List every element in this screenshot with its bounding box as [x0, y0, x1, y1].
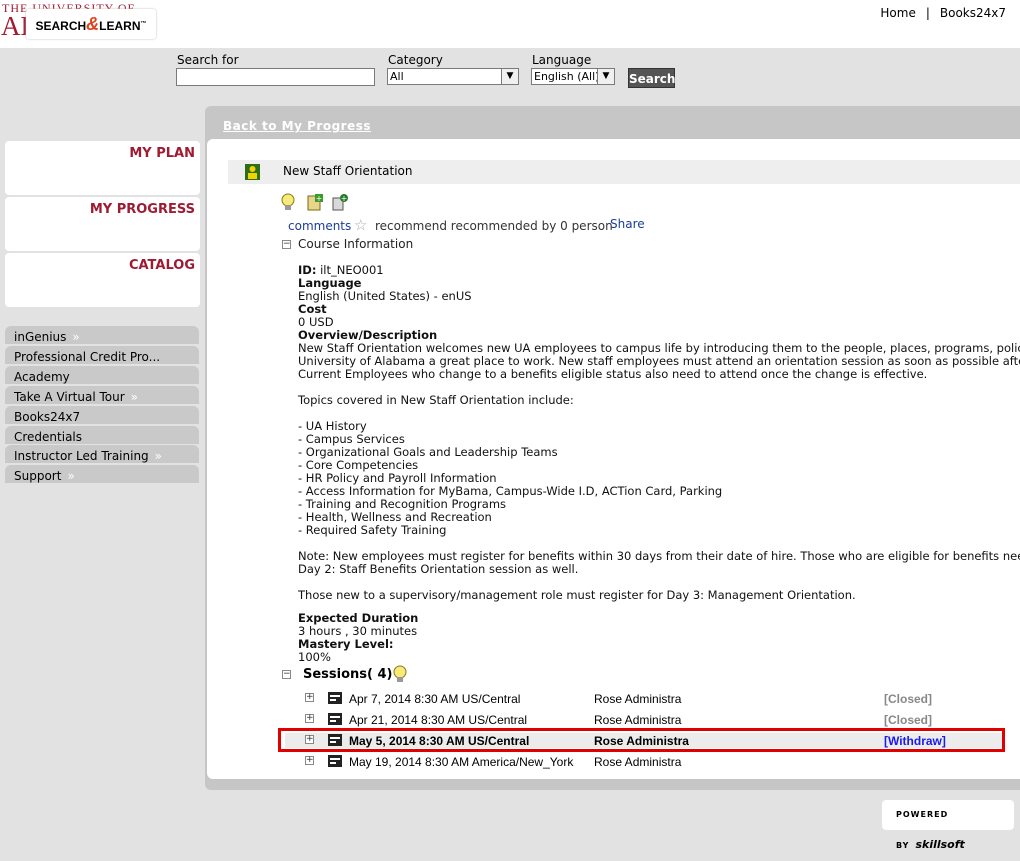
share-link[interactable]: Share [610, 217, 645, 231]
nav-item-support[interactable]: Support » [5, 465, 199, 483]
assign-icon[interactable]: + [332, 193, 350, 211]
session-date[interactable]: May 19, 2014 8:30 AM America/New_York [349, 755, 573, 769]
comments-link[interactable]: comments [288, 219, 351, 233]
double-chevron-icon: » [67, 469, 75, 483]
topic-item: - Required Safety Training [298, 523, 447, 537]
calendar-icon [328, 755, 342, 767]
nav-item-instructor-led-training[interactable]: Instructor Led Training » [5, 445, 199, 463]
session-status: [Closed] [884, 713, 932, 727]
nav-item-label: Books24x7 [14, 410, 81, 424]
nav-item-academy[interactable]: Academy [5, 366, 199, 384]
nav-item-label: Support [14, 469, 62, 483]
nav-my-progress[interactable]: MY PROGRESS [5, 197, 200, 251]
expand-icon[interactable]: + [305, 714, 314, 723]
category-select[interactable]: All ▼ [387, 68, 519, 85]
session-date[interactable]: Apr 7, 2014 8:30 AM US/Central [349, 692, 520, 706]
chevron-down-icon: ▼ [597, 69, 614, 84]
category-label: Category [388, 53, 443, 67]
session-instructor: Rose Administra [594, 692, 682, 706]
powered-by-badge: POWERED BY skillsoft [882, 800, 1014, 851]
star-icon[interactable]: ☆ [354, 216, 367, 234]
double-chevron-icon: » [72, 330, 80, 344]
overview-line: Current Employees who change to a benefi… [298, 367, 928, 381]
nav-item-label: Professional Credit Pro... [14, 350, 161, 364]
course-title: New Staff Orientation [283, 164, 413, 178]
double-chevron-icon: » [130, 390, 138, 404]
add-to-plan-icon[interactable]: + [306, 193, 324, 211]
session-instructor: Rose Administra [594, 713, 682, 727]
expand-icon[interactable]: + [305, 693, 314, 702]
logo-tm: ™ [140, 21, 147, 27]
lightbulb-icon[interactable] [392, 665, 410, 683]
topics-intro: Topics covered in New Staff Orientation … [298, 393, 574, 407]
course-information-label: Course Information [298, 237, 414, 251]
nav-item-credentials[interactable]: Credentials [5, 426, 199, 444]
id-value: ilt_NEO001 [320, 263, 384, 277]
lightbulb-icon[interactable] [280, 193, 298, 211]
collapse-icon[interactable]: − [282, 240, 291, 249]
nav-item-label: Take A Virtual Tour [14, 390, 125, 404]
top-links: Home | Books24x7 [880, 6, 1006, 20]
nav-item-label: Credentials [14, 430, 83, 444]
mastery-value: 100% [298, 650, 331, 664]
collapse-icon[interactable]: − [282, 670, 291, 679]
nav-item-professional-credit[interactable]: Professional Credit Pro... [5, 346, 199, 364]
language-select[interactable]: English (All) ▼ [531, 68, 615, 85]
nav-item-virtual-tour[interactable]: Take A Virtual Tour » [5, 386, 199, 404]
category-value: All [390, 70, 404, 83]
nav-my-plan-label: MY PLAN [129, 146, 195, 161]
session-instructor: Rose Administra [594, 755, 682, 769]
nav-item-ingenius[interactable]: inGenius » [5, 326, 199, 344]
duration-heading-label: Expected Duration [298, 611, 419, 625]
language-heading-label: Language [298, 276, 362, 290]
expand-icon[interactable]: + [305, 756, 314, 765]
language-label: Language [532, 53, 592, 67]
books24x7-link[interactable]: Books24x7 [940, 6, 1006, 20]
logo-search-text: SEARCH [35, 19, 87, 33]
note-line: Day 2: Staff Benefits Orientation sessio… [298, 562, 579, 576]
nav-my-plan[interactable]: MY PLAN [5, 141, 200, 195]
chevron-down-icon: ▼ [501, 69, 518, 84]
double-chevron-icon: » [154, 449, 163, 463]
logo-learn-text: LEARN [99, 19, 141, 33]
home-link[interactable]: Home [880, 6, 915, 20]
cost-heading-label: Cost [298, 302, 327, 316]
id-label: ID: [298, 263, 317, 277]
nav-catalog[interactable]: CATALOG [5, 253, 200, 307]
nav-catalog-label: CATALOG [128, 258, 195, 273]
overview-heading-label: Overview/Description [298, 328, 438, 342]
svg-text:+: + [341, 194, 348, 203]
mastery-heading-label: Mastery Level: [298, 637, 394, 651]
calendar-icon [328, 713, 342, 725]
session-status: [Closed] [884, 692, 932, 706]
recommend-text: recommend recommended by 0 person [375, 219, 613, 233]
language-value: English (All) [534, 70, 600, 83]
nav-item-label: Instructor Led Training [14, 449, 149, 463]
search-label: Search for [177, 53, 239, 67]
supervisor-note: Those new to a supervisory/management ro… [298, 588, 856, 602]
calendar-icon [328, 692, 342, 704]
back-to-my-progress-link[interactable]: Back to My Progress [223, 119, 371, 133]
skillsoft-logo: skillsoft [915, 838, 965, 851]
link-separator: | [925, 6, 930, 20]
search-input[interactable] [176, 68, 375, 86]
nav-item-label: inGenius [14, 330, 67, 344]
search-button[interactable]: Search [628, 68, 675, 88]
search-and-learn-logo[interactable]: SEARCH&LEARN™ [26, 9, 156, 39]
nav-item-label: Academy [14, 370, 70, 384]
nav-item-books24x7[interactable]: Books24x7 [5, 406, 199, 424]
logo-amp: & [86, 14, 100, 34]
person-icon [245, 164, 260, 180]
nav-my-progress-label: MY PROGRESS [89, 202, 195, 217]
svg-text:+: + [316, 194, 323, 203]
session-date[interactable]: Apr 21, 2014 8:30 AM US/Central [349, 713, 527, 727]
sessions-label: Sessions( 4) [303, 667, 393, 682]
highlight-box [278, 728, 1005, 752]
